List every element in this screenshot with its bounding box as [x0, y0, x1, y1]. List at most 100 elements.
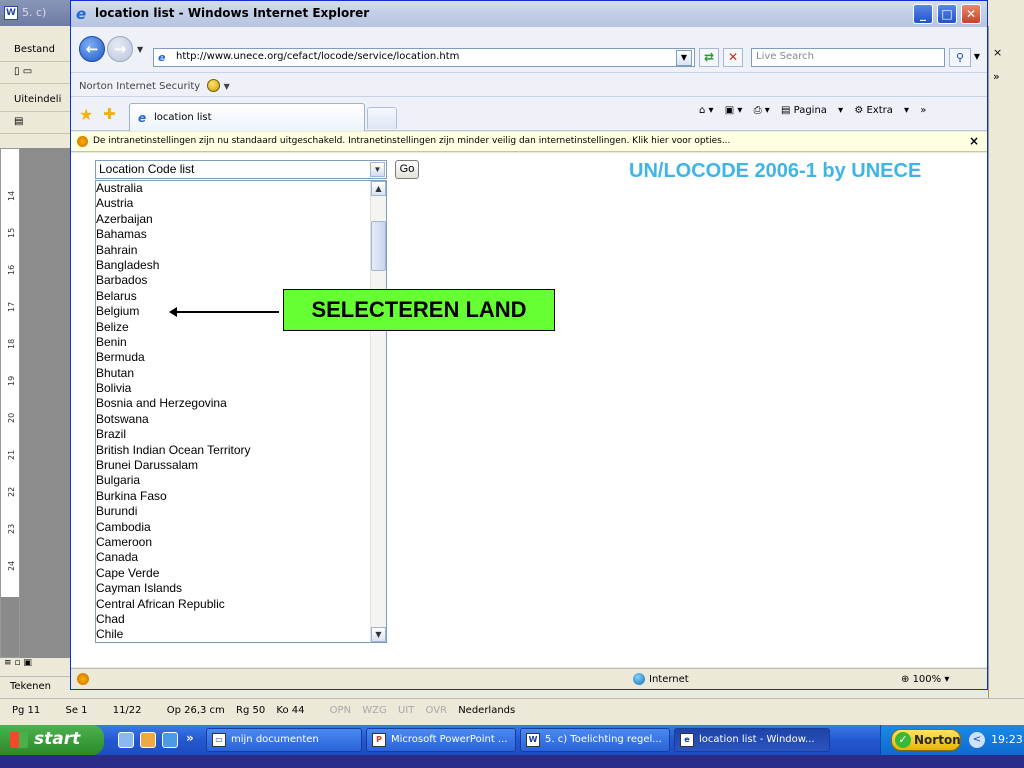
- url-input[interactable]: e http://www.unece.org/cefact/locode/ser…: [153, 48, 695, 67]
- norton-globe-icon[interactable]: [207, 79, 221, 92]
- select-dropdown-icon[interactable]: ▼: [370, 162, 385, 177]
- word-standard-toolbar[interactable]: ▯ ▭: [0, 62, 75, 84]
- country-option[interactable]: Austria: [96, 196, 372, 211]
- country-option[interactable]: Bahamas: [96, 227, 372, 242]
- forward-button[interactable]: →: [107, 36, 133, 62]
- taskbar-button-powerpoint[interactable]: P Microsoft PowerPoint ...: [366, 728, 516, 752]
- cmd-overflow-icon[interactable]: »: [920, 105, 926, 116]
- word-titlebar[interactable]: W 5. c): [0, 0, 75, 26]
- tekenen-menu[interactable]: Tekenen: [0, 676, 75, 698]
- tray-expand-icon[interactable]: <: [969, 732, 985, 748]
- tools-menu[interactable]: ⚙ Extra ▾: [854, 105, 909, 116]
- start-button[interactable]: start: [0, 725, 104, 755]
- stop-button[interactable]: ✕: [723, 48, 743, 67]
- country-option[interactable]: Chile: [96, 627, 372, 642]
- country-option[interactable]: Canada: [96, 550, 372, 565]
- quicklaunch-overflow-icon[interactable]: »: [186, 731, 194, 745]
- ie-window-title: location list - Windows Internet Explore…: [95, 6, 370, 20]
- select-value: Location Code list: [99, 162, 195, 176]
- close-button[interactable]: ✕: [961, 4, 981, 24]
- new-doc-icon[interactable]: ▯: [14, 66, 20, 77]
- tab-location-list[interactable]: e location list: [129, 103, 365, 131]
- country-option[interactable]: Bangladesh: [96, 258, 372, 273]
- country-option[interactable]: Azerbaijan: [96, 212, 372, 227]
- go-button[interactable]: Go: [395, 160, 419, 179]
- country-option[interactable]: Central African Republic: [96, 597, 372, 612]
- quicklaunch-desktop-icon[interactable]: [118, 732, 134, 748]
- infobar-close-icon[interactable]: ×: [969, 134, 979, 148]
- country-option[interactable]: Bosnia and Herzegovina: [96, 396, 372, 411]
- zoom-label: 100%: [912, 674, 942, 685]
- scroll-up-icon[interactable]: ▲: [371, 181, 386, 196]
- country-option[interactable]: Burkina Faso: [96, 489, 372, 504]
- country-option[interactable]: Burundi: [96, 504, 372, 519]
- review-icon[interactable]: ▤: [14, 116, 23, 127]
- taskbar-button-ie[interactable]: e location list - Window...: [674, 728, 830, 752]
- country-option[interactable]: Bahrain: [96, 243, 372, 258]
- minimize-button[interactable]: _: [913, 4, 933, 24]
- new-tab-button[interactable]: [367, 107, 397, 129]
- page-menu[interactable]: ▤ Pagina ▾: [781, 105, 843, 116]
- maximize-button[interactable]: □: [937, 4, 957, 24]
- ruler-tick: 22: [7, 486, 16, 497]
- norton-dropdown-icon[interactable]: ▼: [224, 82, 230, 91]
- search-dropdown-icon[interactable]: ▼: [971, 48, 983, 67]
- country-option[interactable]: Cape Verde: [96, 566, 372, 581]
- word-review-toolbar[interactable]: ▤: [0, 112, 75, 134]
- scroll-down-icon[interactable]: ▼: [371, 627, 386, 642]
- country-option[interactable]: Brunei Darussalam: [96, 458, 372, 473]
- ie-titlebar[interactable]: e location list - Windows Internet Explo…: [71, 1, 987, 27]
- ruler-tick: 21: [7, 449, 16, 460]
- search-input[interactable]: Live Search: [751, 48, 945, 67]
- status-ovr[interactable]: OVR: [426, 705, 447, 716]
- country-listbox[interactable]: Australia Austria Azerbaijan Bahamas Bahrain…: [95, 180, 387, 643]
- toolbar-overflow-icon[interactable]: »: [993, 70, 1000, 83]
- back-button[interactable]: ←: [79, 36, 105, 62]
- list-scrollbar[interactable]: ▲ ▼: [370, 181, 386, 642]
- country-option[interactable]: Botswana: [96, 412, 372, 427]
- country-option[interactable]: Cameroon: [96, 535, 372, 550]
- status-uit[interactable]: UIT: [398, 705, 414, 716]
- quicklaunch-app-icon[interactable]: [140, 732, 156, 748]
- search-icon[interactable]: ⚲: [949, 48, 971, 67]
- country-option[interactable]: Benin: [96, 335, 372, 350]
- country-option[interactable]: British Indian Ocean Territory: [96, 443, 372, 458]
- status-wzg[interactable]: WZG: [362, 705, 387, 716]
- add-favorite-icon[interactable]: ✚: [103, 105, 116, 123]
- ie-statusbar: Internet ⊕ 100% ▾: [71, 668, 987, 689]
- refresh-button[interactable]: ⇄: [699, 48, 719, 67]
- word-menu-bestand[interactable]: Bestand: [0, 40, 75, 62]
- status-opn[interactable]: OPN: [330, 705, 351, 716]
- country-option[interactable]: Bulgaria: [96, 473, 372, 488]
- status-language[interactable]: Nederlands: [458, 705, 515, 716]
- taskbar-button-documents[interactable]: ▭ mijn documenten: [206, 728, 362, 752]
- country-option[interactable]: Cambodia: [96, 520, 372, 535]
- scroll-thumb[interactable]: [371, 221, 386, 271]
- open-folder-icon[interactable]: ▭: [23, 66, 32, 77]
- zoom-control[interactable]: ⊕ 100% ▾: [901, 674, 949, 685]
- country-option[interactable]: Barbados: [96, 273, 372, 288]
- ruler-tick: 17: [7, 301, 16, 312]
- country-option[interactable]: Bhutan: [96, 366, 372, 381]
- url-dropdown-icon[interactable]: ▼: [676, 50, 692, 66]
- country-option[interactable]: Bolivia: [96, 381, 372, 396]
- word-style-box[interactable]: Uiteindeli: [0, 90, 75, 112]
- country-option[interactable]: Cayman Islands: [96, 581, 372, 596]
- norton-tray-button[interactable]: ✓ Norton: [891, 729, 961, 751]
- country-option[interactable]: Bermuda: [96, 350, 372, 365]
- country-option[interactable]: Chad: [96, 612, 372, 627]
- home-icon[interactable]: ⌂ ▾: [699, 105, 714, 116]
- quicklaunch-ie-icon[interactable]: [162, 732, 178, 748]
- print-icon[interactable]: ⎙ ▾: [754, 105, 770, 116]
- taskbar-button-word[interactable]: W 5. c) Toelichting regel...: [520, 728, 670, 752]
- country-option[interactable]: Brazil: [96, 427, 372, 442]
- information-bar[interactable]: De intranetinstellingen zijn nu standaar…: [71, 132, 987, 152]
- word-right-scrollbar[interactable]: × »: [988, 26, 1024, 706]
- view-buttons[interactable]: ≡ ▫ ▣: [0, 658, 75, 670]
- history-dropdown-icon[interactable]: ▼: [137, 45, 143, 54]
- close-doc-icon[interactable]: ×: [993, 46, 1002, 59]
- feeds-icon[interactable]: ▣ ▾: [725, 105, 743, 116]
- country-option[interactable]: Australia: [96, 181, 372, 196]
- location-code-select[interactable]: Location Code list ▼: [95, 160, 387, 179]
- favorites-star-icon[interactable]: ★: [79, 105, 93, 124]
